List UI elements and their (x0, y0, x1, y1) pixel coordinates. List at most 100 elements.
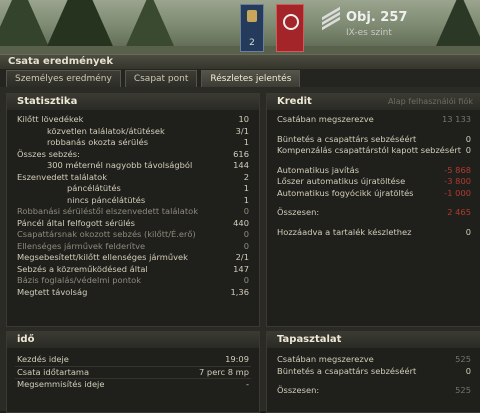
row-label: Hozzáadva a tartalék készlethez (277, 226, 412, 237)
row-label: Kezdés ideje (17, 354, 69, 364)
row-value: 0 (465, 145, 471, 155)
row-label: közvetlen találatok/átütések (47, 125, 165, 136)
row-value: 0 (243, 240, 249, 251)
row-value: 1 (243, 137, 249, 147)
stat-row: Automatikus fogyócikk újratöltés -1 000 (267, 188, 480, 200)
row-gap (267, 199, 480, 207)
stat-row: Csatában megszerezve 13 133 (267, 114, 480, 126)
credit-rows: Csatában megszerezve 13 133 Büntetés a csa… (267, 110, 480, 238)
credit-panel: Kredit Alap felhasználói fiók Csatában m… (266, 93, 480, 327)
stat-row: Büntetés a csapattárs sebzéséért 0 (267, 366, 480, 378)
experience-title: Tapasztalat (267, 332, 480, 348)
row-label: Csatában megszerezve (277, 114, 374, 124)
row-value: -1 000 (444, 187, 471, 198)
time-panel: idő Kezdés ideje 19:09 Csata időtartama 7 p… (6, 331, 260, 413)
tab-team[interactable]: Csapat pont (124, 70, 198, 87)
rank-badge-number: 2 (249, 38, 255, 48)
row-value: 2 465 (447, 207, 471, 217)
statistics-panel: Statisztika Kilőtt lövedékek 10 közvetlen … (6, 93, 260, 327)
row-gap (267, 377, 480, 385)
row-gap (267, 219, 480, 227)
row-value: 440 (233, 217, 249, 228)
row-label: Összesen: (277, 207, 320, 217)
stat-row: Csapattársnak okozott sebzés (kilőtt/É.e… (7, 229, 259, 241)
credit-title: Kredit (277, 96, 312, 107)
row-label: Páncél által felfogott sérülés (17, 217, 135, 228)
stat-row: Büntetés a csapattárs sebzéséért 0 (267, 134, 480, 146)
row-label: Büntetés a csapattárs sebzéséért (277, 365, 417, 376)
row-value: 0 (465, 133, 471, 144)
battle-background: 2 Obj. 257 IX-es szint (0, 0, 480, 62)
row-value: 1 (243, 183, 249, 193)
row-value: 1 (243, 194, 249, 205)
stat-row: Összes sebzés: 616 (7, 149, 259, 161)
stat-row: Hozzáadva a tartalék készlethez 0 (267, 227, 480, 239)
stat-row: Megsebesített/kilőtt ellenséges járművek… (7, 252, 259, 264)
row-label: Eszenvedett találatok (17, 171, 108, 182)
row-value: 7 perc 8 mp (199, 366, 249, 377)
row-label: Lőszer automatikus újratöltése (277, 176, 406, 186)
row-label: 300 méternél nagyobb távolságból (47, 160, 193, 170)
stat-row: 300 méternél nagyobb távolságból 144 (7, 160, 259, 172)
row-gap (267, 126, 480, 134)
row-label: Megsebesített/kilőtt ellenséges járművek (17, 252, 188, 262)
row-label: robbanás okozta sérülés (47, 137, 149, 147)
stat-row: Kompenzálás csapattárstól kapott sebzésé… (267, 145, 480, 157)
row-label: Sebzés a közreműködésed által (17, 263, 148, 274)
stat-row: páncélátütés 1 (7, 183, 259, 195)
credit-title-bar: Kredit Alap felhasználói fiók (267, 94, 480, 110)
row-value: 10 (238, 114, 249, 124)
row-label: Automatikus javítás (277, 164, 360, 175)
stat-row: Összesen: 2 465 (267, 207, 480, 219)
row-value: 19:09 (225, 354, 249, 364)
stat-row: Megtett távolság 1,36 (7, 287, 259, 299)
experience-panel: Tapasztalat Csatában megszerezve 525 Bünte… (266, 331, 480, 413)
row-value: 147 (233, 263, 249, 274)
row-label: Kilőtt lövedékek (17, 114, 84, 124)
statistics-title: Statisztika (7, 94, 259, 110)
medal-icon (247, 10, 257, 22)
stat-row: Bázis foglalás/védelmi pontok 0 (7, 275, 259, 287)
achievement-badge (276, 4, 304, 52)
row-label: Megtett távolság (17, 286, 88, 297)
checkmark-ring-icon (283, 14, 299, 30)
row-value: 144 (233, 160, 249, 170)
stat-row: Kilőtt lövedékek 10 (7, 114, 259, 126)
row-label: Bázis foglalás/védelmi pontok (17, 275, 142, 285)
row-value: 0 (243, 275, 249, 285)
stat-row: Csatában megszerezve 525 (267, 354, 480, 366)
row-value: 3/1 (235, 125, 249, 136)
tank-tier: IX-es szint (346, 28, 392, 38)
tab-detailed[interactable]: Részletes jelentés (201, 70, 301, 87)
row-label: Kompenzálás csapattárstól kapott sebzésé… (277, 145, 461, 155)
stat-row: Robbanási sérüléstől elszenvedett talála… (7, 206, 259, 218)
row-label: Összesen: (277, 385, 320, 395)
time-rows: Kezdés ideje 19:09 Csata időtartama 7 perc … (7, 348, 259, 391)
row-value: 525 (455, 385, 471, 395)
row-value: 0 (243, 206, 249, 216)
window-title: Csata eredmények (0, 55, 480, 69)
row-label: Büntetés a csapattárs sebzéséért (277, 133, 417, 144)
row-label: Összes sebzés: (17, 148, 80, 159)
row-label: Csapattársnak okozott sebzés (kilőtt/É.e… (17, 229, 196, 239)
row-label: nincs páncélátütés (67, 194, 146, 205)
row-label: Robbanási sérüléstől elszenvedett talála… (17, 206, 199, 216)
row-value: 0 (465, 226, 471, 237)
row-label: Ellenséges járművek felderítve (17, 240, 146, 251)
stat-row: Csata időtartama 7 perc 8 mp (7, 367, 259, 379)
tab-bar: Személyes eredmény Csapat pont Részletes… (0, 69, 480, 87)
row-value: 616 (233, 148, 249, 159)
row-value: 0 (243, 229, 249, 239)
stat-row: Megsemmisítés ideje - (7, 379, 259, 391)
tank-class-icon (322, 6, 340, 31)
stat-row: Ellenséges járművek felderítve 0 (7, 241, 259, 253)
row-value: 0 (465, 365, 471, 376)
stat-row: Automatikus javítás -5 868 (267, 165, 480, 177)
row-label: Automatikus fogyócikk újratöltés (277, 187, 414, 198)
stat-row: Eszenvedett találatok 2 (7, 172, 259, 184)
tank-name: Obj. 257 (346, 10, 408, 25)
time-title: idő (7, 332, 259, 348)
stat-row: Sebzés a közreműködésed által 147 (7, 264, 259, 276)
row-value: -5 868 (444, 164, 471, 175)
tab-personal[interactable]: Személyes eredmény (6, 70, 121, 87)
